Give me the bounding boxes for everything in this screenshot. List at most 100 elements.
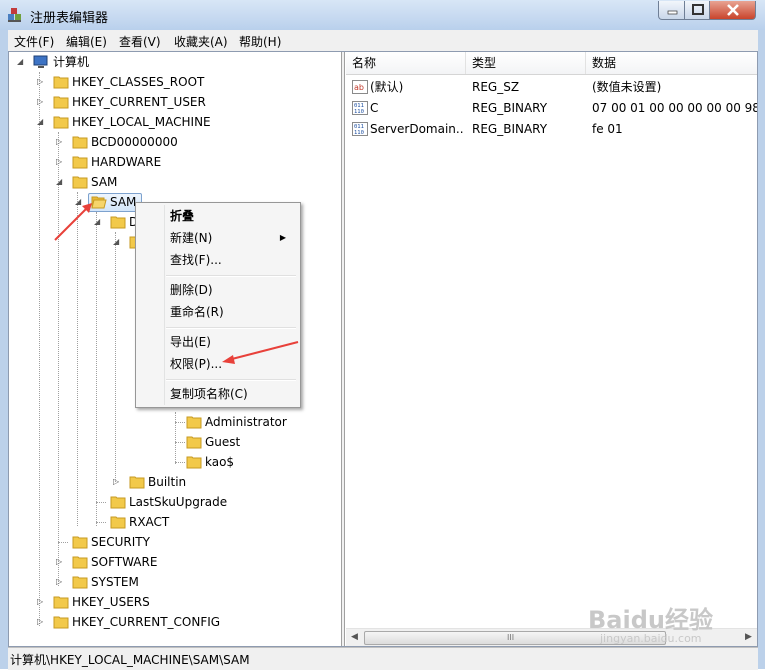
tree-node-label: LastSkuUpgrade	[129, 495, 228, 509]
tree-node-hardware[interactable]: ▷ HARDWARE	[9, 152, 309, 172]
menu-favorites[interactable]: 收藏夹(A)	[174, 33, 228, 50]
tree-node-rxact[interactable]: RXACT	[9, 512, 309, 532]
window-title: 注册表编辑器	[30, 11, 109, 26]
value-data: fe 01	[592, 122, 623, 136]
folder-icon	[110, 516, 126, 529]
binary-value-icon: 011110	[352, 101, 368, 115]
tree-node-hkcr[interactable]: ▷ HKEY_CLASSES_ROOT	[9, 72, 309, 92]
tree-node-guest[interactable]: Guest	[9, 432, 309, 452]
tree-node-kao[interactable]: kao$	[9, 452, 309, 472]
value-type: REG_BINARY	[472, 122, 548, 136]
menu-item-delete[interactable]: 删除(D)	[170, 279, 213, 301]
list-row[interactable]: 011 110 C REG_BINARY 07 00 01 00 00 00 00…	[346, 98, 757, 119]
collapse-arrow-icon[interactable]: ◢	[17, 52, 27, 72]
tree-node-sam[interactable]: ◢ SAM	[9, 172, 309, 192]
regedit-window: 注册表编辑器 文件(F) 编辑(E) 查看(V) 收藏夹(A) 帮助(H) ◢	[0, 0, 765, 670]
tree-node-label: HKEY_USERS	[72, 595, 150, 609]
tree-node-hkcc[interactable]: ▷ HKEY_CURRENT_CONFIG	[9, 612, 309, 632]
tree-node-lastskuupgrade[interactable]: LastSkuUpgrade	[9, 492, 309, 512]
expand-arrow-icon[interactable]: ▷	[37, 612, 47, 632]
list-row[interactable]: 011 110 ServerDomain... REG_BINARY fe 01	[346, 119, 757, 140]
tree-node-bcd[interactable]: ▷ BCD00000000	[9, 132, 309, 152]
tree-node-hkcu[interactable]: ▷ HKEY_CURRENT_USER	[9, 92, 309, 112]
svg-text:110: 110	[354, 130, 364, 136]
collapse-arrow-icon[interactable]: ◢	[75, 192, 85, 212]
scroll-right-icon[interactable]: ▶	[741, 630, 756, 645]
menu-item-rename[interactable]: 重命名(R)	[170, 301, 224, 323]
folder-open-icon	[91, 196, 107, 209]
tree-node-label: SAM	[110, 195, 137, 209]
menu-separator	[166, 379, 296, 381]
collapse-arrow-icon[interactable]: ◢	[56, 172, 66, 192]
tree-node-label: BCD00000000	[91, 135, 178, 149]
close-button[interactable]	[709, 1, 756, 20]
values-list[interactable]: 名称 类型 数据 ab (默认) REG_SZ (数值未设置) 011 110 C…	[346, 52, 757, 646]
folder-icon	[186, 416, 202, 429]
value-name: ServerDomain...	[370, 122, 464, 136]
close-icon	[727, 4, 739, 16]
column-header-type[interactable]: 类型	[466, 52, 586, 74]
folder-icon	[110, 496, 126, 509]
tree-node-administrator[interactable]: Administrator	[9, 412, 309, 432]
tree-node-hku[interactable]: ▷ HKEY_USERS	[9, 592, 309, 612]
tree-line	[175, 442, 185, 443]
menu-separator	[166, 327, 296, 329]
folder-icon	[72, 136, 88, 149]
tree-line	[175, 422, 185, 423]
title-bar[interactable]: 注册表编辑器	[0, 0, 765, 30]
expand-arrow-icon[interactable]: ▷	[56, 572, 66, 592]
expand-arrow-icon[interactable]: ▷	[56, 132, 66, 152]
column-header-name[interactable]: 名称	[346, 52, 466, 74]
tree-node-computer[interactable]: ◢ 计算机	[9, 52, 209, 72]
collapse-arrow-icon[interactable]: ◢	[37, 112, 47, 132]
scroll-left-icon[interactable]: ◀	[347, 630, 362, 645]
tree-node-label: HKEY_CLASSES_ROOT	[72, 75, 205, 89]
tree-node-label: Administrator	[205, 415, 287, 429]
expand-arrow-icon[interactable]: ▷	[37, 92, 47, 112]
folder-icon	[72, 536, 88, 549]
list-row[interactable]: ab (默认) REG_SZ (数值未设置)	[346, 77, 757, 98]
menu-help[interactable]: 帮助(H)	[239, 33, 281, 50]
tree-line	[96, 522, 106, 523]
menu-item-permissions[interactable]: 权限(P)...	[170, 353, 222, 375]
folder-icon	[72, 576, 88, 589]
menu-item-export[interactable]: 导出(E)	[170, 331, 211, 353]
computer-icon	[33, 55, 48, 68]
expand-arrow-icon[interactable]: ▷	[113, 472, 123, 492]
tree-node-label: SOFTWARE	[91, 555, 158, 569]
pane-splitter[interactable]	[341, 52, 345, 646]
value-name: C	[370, 101, 379, 115]
tree-node-label: RXACT	[129, 515, 170, 529]
watermark-url: jingyan.baidu.com	[600, 632, 702, 645]
maximize-icon	[692, 4, 704, 15]
tree-node-security[interactable]: SECURITY	[9, 532, 309, 552]
folder-icon	[186, 436, 202, 449]
expand-arrow-icon[interactable]: ▷	[56, 152, 66, 172]
tree-node-hklm[interactable]: ◢ HKEY_LOCAL_MACHINE	[9, 112, 309, 132]
minimize-button[interactable]	[658, 1, 685, 20]
binary-value-icon: 011110	[352, 122, 368, 136]
tree-node-software[interactable]: ▷ SOFTWARE	[9, 552, 309, 572]
tree-node-label: SAM	[91, 175, 118, 189]
tree-node-builtin[interactable]: ▷ Builtin	[9, 472, 309, 492]
string-value-icon: ab	[352, 80, 368, 94]
menu-view[interactable]: 查看(V)	[119, 33, 161, 50]
tree-node-system[interactable]: ▷ SYSTEM	[9, 572, 309, 592]
menu-item-new[interactable]: 新建(N) ▶	[170, 227, 294, 249]
folder-icon	[53, 116, 69, 129]
collapse-arrow-icon[interactable]: ◢	[113, 232, 123, 252]
folder-icon	[53, 596, 69, 609]
menu-item-find[interactable]: 查找(F)...	[170, 249, 222, 271]
expand-arrow-icon[interactable]: ▷	[37, 72, 47, 92]
expand-arrow-icon[interactable]: ▷	[56, 552, 66, 572]
menu-edit[interactable]: 编辑(E)	[66, 33, 107, 50]
expand-arrow-icon[interactable]: ▷	[37, 592, 47, 612]
menu-item-collapse[interactable]: 折叠	[170, 205, 194, 227]
menu-file[interactable]: 文件(F)	[14, 33, 54, 50]
collapse-arrow-icon[interactable]: ◢	[94, 212, 104, 232]
tree-node-label: SYSTEM	[91, 575, 139, 589]
column-header-data[interactable]: 数据	[586, 52, 757, 74]
menu-item-copy-key-name[interactable]: 复制项名称(C)	[170, 383, 248, 405]
tree-line	[96, 502, 106, 503]
maximize-button[interactable]	[684, 1, 710, 20]
